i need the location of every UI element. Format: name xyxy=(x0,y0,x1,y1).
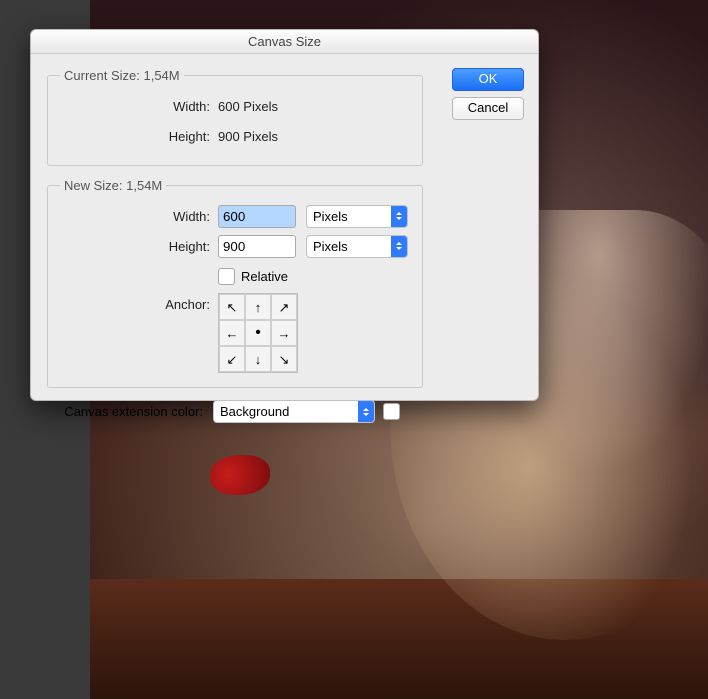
current-height-value: 900 Pixels xyxy=(218,129,278,144)
anchor-e[interactable]: → xyxy=(271,320,297,346)
new-height-label: Height: xyxy=(60,239,218,254)
anchor-ne[interactable]: ↗ xyxy=(271,294,297,320)
extension-color-value: Background xyxy=(220,404,289,419)
app-stage: Canvas Size OK Cancel Current Size: 1,54… xyxy=(0,0,708,699)
anchor-n[interactable]: ↑ xyxy=(245,294,271,320)
chevron-updown-icon xyxy=(358,401,374,422)
anchor-sw[interactable]: ↙ xyxy=(219,346,245,372)
anchor-w[interactable]: ← xyxy=(219,320,245,346)
current-height-label: Height: xyxy=(60,129,218,144)
new-height-input[interactable] xyxy=(218,235,296,258)
dialog-title: Canvas Size xyxy=(31,30,538,54)
extension-color-swatch[interactable] xyxy=(383,403,400,420)
current-width-label: Width: xyxy=(60,99,218,114)
new-width-input[interactable] xyxy=(218,205,296,228)
new-width-label: Width: xyxy=(60,209,218,224)
anchor-label: Anchor: xyxy=(60,293,218,312)
dot-icon: • xyxy=(255,325,261,341)
relative-label: Relative xyxy=(241,269,288,284)
current-width-value: 600 Pixels xyxy=(218,99,278,114)
cancel-button[interactable]: Cancel xyxy=(452,97,524,120)
canvas-size-dialog: Canvas Size OK Cancel Current Size: 1,54… xyxy=(30,29,539,401)
new-size-group: New Size: 1,54M Width: Pixels Height: Pi… xyxy=(47,178,423,388)
arrow-up-icon: ↑ xyxy=(255,301,262,314)
current-size-group: Current Size: 1,54M Width: 600 Pixels He… xyxy=(47,68,423,166)
photo-flower xyxy=(210,455,270,495)
anchor-s[interactable]: ↓ xyxy=(245,346,271,372)
anchor-grid[interactable]: ↖ ↑ ↗ ← • → ↙ ↓ ↘ xyxy=(218,293,298,373)
ok-button[interactable]: OK xyxy=(452,68,524,91)
chevron-updown-icon xyxy=(391,236,407,257)
arrow-up-right-icon: ↗ xyxy=(279,301,290,314)
relative-checkbox[interactable] xyxy=(218,268,235,285)
arrow-left-icon: ← xyxy=(226,327,239,340)
new-size-legend: New Size: 1,54M xyxy=(60,178,166,193)
arrow-down-left-icon: ↙ xyxy=(227,353,238,366)
anchor-se[interactable]: ↘ xyxy=(271,346,297,372)
chevron-updown-icon xyxy=(391,206,407,227)
new-height-unit-value: Pixels xyxy=(313,239,348,254)
arrow-down-right-icon: ↘ xyxy=(279,353,290,366)
anchor-center[interactable]: • xyxy=(245,320,271,346)
current-size-legend: Current Size: 1,54M xyxy=(60,68,184,83)
extension-color-select[interactable]: Background xyxy=(213,400,375,423)
new-width-unit-select[interactable]: Pixels xyxy=(306,205,408,228)
anchor-nw[interactable]: ↖ xyxy=(219,294,245,320)
new-width-unit-value: Pixels xyxy=(313,209,348,224)
new-height-unit-select[interactable]: Pixels xyxy=(306,235,408,258)
arrow-right-icon: → xyxy=(278,327,291,340)
arrow-down-icon: ↓ xyxy=(255,353,262,366)
extension-color-label: Canvas extension color: xyxy=(47,404,213,419)
arrow-up-left-icon: ↖ xyxy=(227,301,238,314)
